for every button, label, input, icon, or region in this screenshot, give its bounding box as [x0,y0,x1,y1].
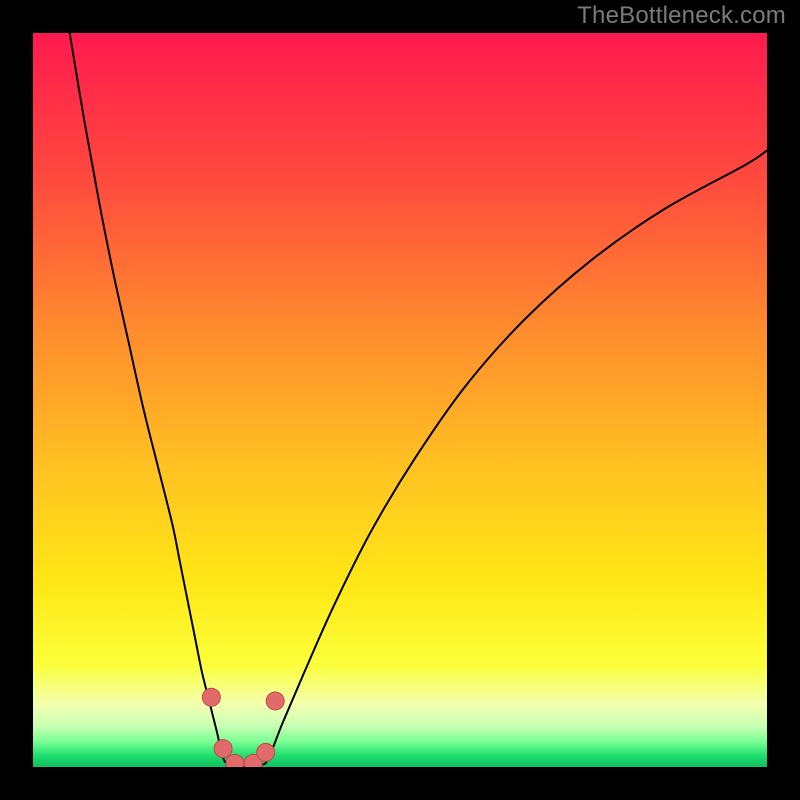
valley-marker [202,688,220,706]
valley-marker [257,743,275,761]
valley-marker [214,740,232,758]
chart-frame: TheBottleneck.com [0,0,800,800]
valley-marker [226,754,244,772]
valley-marker [266,692,284,710]
bottleneck-chart [0,0,800,800]
gradient-background [33,33,767,767]
